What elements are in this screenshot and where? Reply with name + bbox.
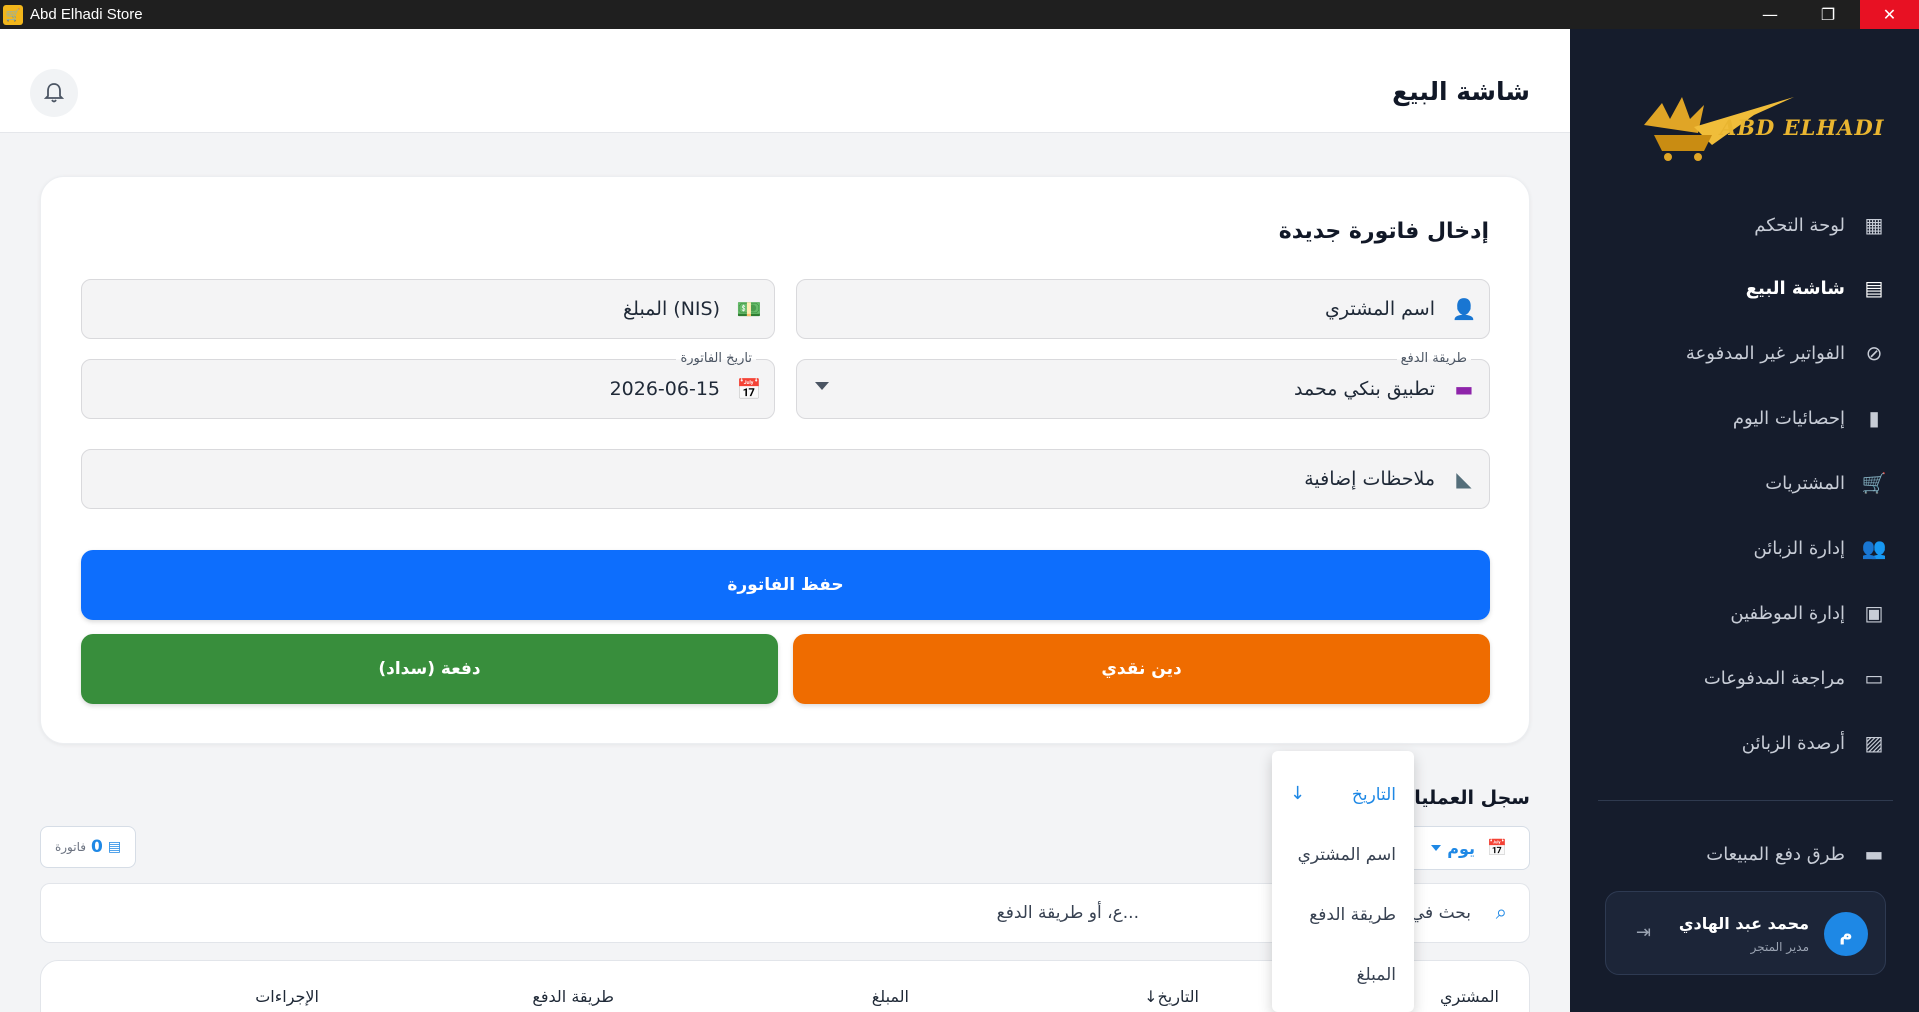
- notifications-bell-icon[interactable]: [30, 69, 78, 117]
- wallet-icon: ▨: [1864, 731, 1884, 755]
- sort-option-label: طريقة الدفع: [1309, 905, 1396, 925]
- nav-label: شاشة البيع: [1745, 277, 1845, 299]
- dashboard-icon: ▦: [1864, 213, 1884, 237]
- user-card: م محمد عبد الهادي مدير المتجر ⇥: [1605, 891, 1886, 975]
- credit-card-icon: ▬: [1864, 842, 1884, 866]
- nav-label: أرصدة الزبائن: [1741, 732, 1845, 754]
- cart-icon: 🛒: [1861, 471, 1887, 495]
- sort-option-amount[interactable]: المبلغ: [1272, 945, 1414, 1003]
- payments-icon: ▭: [1864, 666, 1884, 690]
- column-payment-method[interactable]: طريقة الدفع: [532, 987, 614, 1006]
- cart-icon: 🛒: [3, 4, 23, 25]
- label-icon: ◣: [1456, 467, 1472, 491]
- nav-employees[interactable]: إدارة الموظفين ▣: [1570, 591, 1919, 635]
- cash-debt-button[interactable]: دين نقدي: [793, 634, 1490, 704]
- customer-name-placeholder: اسم المشتري: [1325, 298, 1435, 320]
- nav-customers[interactable]: إدارة الزبائن 👥: [1570, 526, 1919, 570]
- nav-label: إدارة الموظفين: [1730, 602, 1845, 624]
- arrow-down-icon: ↓: [1290, 783, 1306, 804]
- customer-name-field[interactable]: 👤 اسم المشتري: [796, 279, 1490, 339]
- period-filter-label: يوم: [1447, 839, 1475, 858]
- payment-button[interactable]: دفعة (سداد): [81, 634, 778, 704]
- calendar-icon: 📅: [1487, 838, 1507, 857]
- payment-method-value: تطبيق بنكي محمد: [1293, 378, 1435, 400]
- column-customer[interactable]: المشتري: [1440, 987, 1499, 1006]
- column-actions: الإجراءات: [255, 987, 319, 1006]
- chevron-down-icon: [815, 382, 829, 390]
- search-icon: ⌕: [1495, 900, 1507, 924]
- money-off-icon: ⊘: [1865, 341, 1883, 365]
- sort-menu: التاريخ ↓ اسم المشتري طريقة الدفع المبلغ: [1272, 751, 1414, 1012]
- nav-customer-balances[interactable]: أرصدة الزبائن ▨: [1570, 721, 1919, 765]
- nav-payments-review[interactable]: مراجعة المدفوعات ▭: [1570, 656, 1919, 700]
- nav-label: لوحة التحكم: [1754, 214, 1845, 236]
- payment-method-label: طريقة الدفع: [1396, 351, 1471, 366]
- nav-label: إحصائيات اليوم: [1732, 407, 1845, 429]
- new-invoice-card: إدخال فاتورة جديدة 👤 اسم المشتري 💵 المبل…: [40, 176, 1530, 744]
- notes-placeholder: ملاحظات إضافية: [1304, 468, 1435, 490]
- nav-label: إدارة الزبائن: [1753, 537, 1846, 559]
- sort-option-label: التاريخ: [1351, 785, 1396, 805]
- sort-option-label: المبلغ: [1356, 965, 1396, 985]
- notes-field[interactable]: ◣ ملاحظات إضافية: [81, 449, 1490, 509]
- search-placeholder: بحث في: [1410, 903, 1471, 923]
- credit-card-icon: ▬: [1454, 377, 1474, 401]
- invoice-date-label: تاريخ الفاتورة: [676, 351, 756, 366]
- bell-icon: [44, 83, 64, 103]
- sort-option-customer[interactable]: اسم المشتري: [1272, 825, 1414, 883]
- nav-label: المشتريات: [1765, 472, 1845, 494]
- invoice-count-unit: فاتورة: [54, 840, 86, 854]
- nav-label: الفواتير غير المدفوعة: [1685, 342, 1845, 364]
- window-titlebar: 🛒 Abd Elhadi Store — ❐ ✕: [0, 0, 1919, 29]
- user-role: مدير المتجر: [1750, 940, 1809, 954]
- nav-dashboard[interactable]: لوحة التحكم ▦: [1570, 203, 1919, 247]
- column-date[interactable]: ↓التاريخ: [1144, 987, 1199, 1006]
- card-title: إدخال فاتورة جديدة: [1278, 219, 1489, 244]
- nav-today-stats[interactable]: إحصائيات اليوم ▮: [1570, 396, 1919, 440]
- operations-log-title: سجل العمليات: [1395, 787, 1530, 809]
- badge-icon: ▣: [1864, 601, 1884, 625]
- invoice-date-value: 2026-06-15: [609, 378, 720, 400]
- invoice-date-field[interactable]: تاريخ الفاتورة 📅 2026-06-15: [81, 351, 775, 419]
- save-invoice-button[interactable]: حفظ الفاتورة: [81, 550, 1490, 620]
- sort-option-payment-method[interactable]: طريقة الدفع: [1272, 885, 1414, 943]
- nav-label: طرق دفع المبيعات: [1706, 843, 1845, 865]
- payment-method-select[interactable]: طريقة الدفع ▬ تطبيق بنكي محمد: [796, 351, 1490, 419]
- calendar-icon: 📅: [736, 377, 762, 401]
- invoice-count-badge: فاتورة 0 ▤: [40, 826, 136, 868]
- user-name: محمد عبد الهادي: [1678, 914, 1809, 933]
- nav-label: مراجعة المدفوعات: [1703, 667, 1845, 689]
- logout-icon[interactable]: ⇥: [1636, 922, 1651, 943]
- window-title: Abd Elhadi Store: [30, 6, 143, 23]
- receipt-icon: ▤: [1864, 276, 1884, 300]
- maximize-button[interactable]: ❐: [1799, 0, 1857, 29]
- amount-placeholder: المبلغ (NIS): [623, 298, 720, 320]
- nav-sales-screen[interactable]: شاشة البيع ▤: [1570, 266, 1919, 310]
- minimize-button[interactable]: —: [1741, 0, 1799, 29]
- bar-chart-icon: ▮: [1868, 406, 1880, 430]
- page-title: شاشة البيع: [1392, 77, 1530, 106]
- avatar: م: [1824, 912, 1868, 956]
- search-placeholder-tail: ع، أو طريقة الدفع...: [996, 903, 1139, 923]
- sort-option-label: اسم المشتري: [1297, 845, 1396, 865]
- page-header: شاشة البيع: [0, 29, 1570, 133]
- receipt-icon: ▤: [107, 839, 122, 855]
- sidebar-divider: [1598, 800, 1893, 801]
- person-icon: 👤: [1451, 297, 1477, 321]
- sort-option-date[interactable]: التاريخ ↓: [1272, 765, 1414, 823]
- nav-purchases[interactable]: المشتريات 🛒: [1570, 461, 1919, 505]
- column-amount[interactable]: المبلغ: [872, 987, 909, 1006]
- invoice-count: 0: [90, 837, 103, 857]
- close-button[interactable]: ✕: [1860, 0, 1919, 29]
- nav-unpaid-invoices[interactable]: الفواتير غير المدفوعة ⊘: [1570, 331, 1919, 375]
- chevron-down-icon: [1431, 845, 1441, 851]
- sidebar: ABD ELHADI لوحة التحكم ▦ شاشة البيع ▤ ال…: [1570, 29, 1919, 1012]
- amount-field[interactable]: 💵 المبلغ (NIS): [81, 279, 775, 339]
- logo-text: ABD ELHADI: [1720, 115, 1885, 140]
- nav-sales-payment-methods[interactable]: طرق دفع المبيعات ▬: [1570, 832, 1919, 876]
- people-icon: 👥: [1861, 536, 1887, 560]
- money-icon: 💵: [736, 297, 762, 321]
